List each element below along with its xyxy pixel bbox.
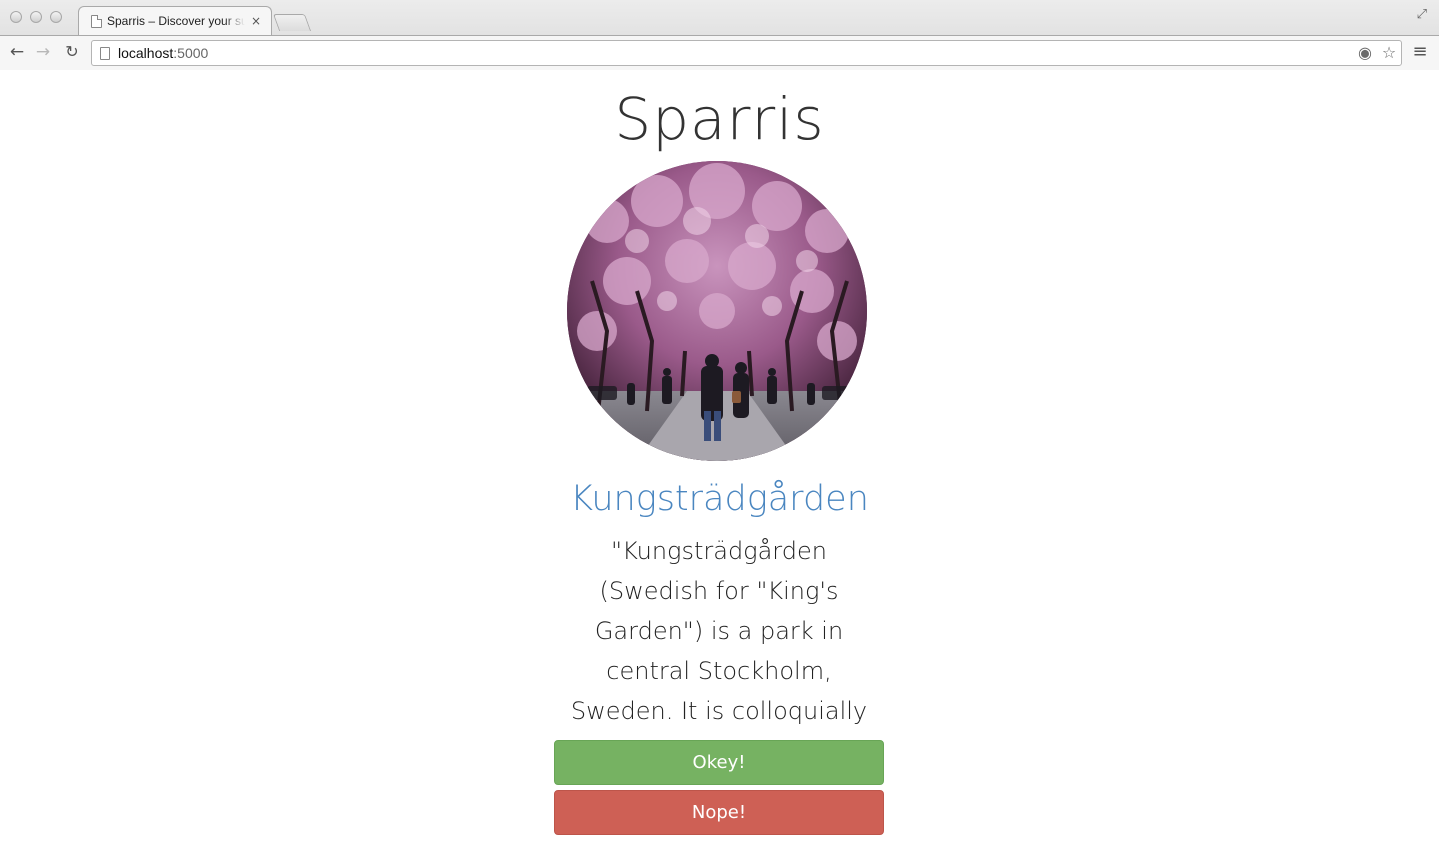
- site-title: Sparris: [614, 85, 825, 153]
- url-port: :5000: [173, 45, 209, 61]
- place-photo: [567, 161, 867, 461]
- page-content: Sparris Kungsträdgården "Kungsträdgården…: [0, 71, 1439, 859]
- address-bar[interactable]: localhost:5000 ◉ ☆: [91, 40, 1402, 66]
- back-arrow-icon[interactable]: ←: [6, 41, 28, 63]
- browser-chrome: Sparris – Discover your surroundings × ⤢…: [0, 0, 1439, 70]
- window-close-button[interactable]: [10, 11, 22, 23]
- new-tab-button[interactable]: [272, 14, 312, 31]
- menu-icon[interactable]: ≡: [1410, 42, 1430, 62]
- star-icon[interactable]: ☆: [1379, 43, 1399, 63]
- url-host: localhost: [118, 45, 174, 61]
- fullscreen-icon[interactable]: ⤢: [1417, 7, 1427, 22]
- place-name: Kungsträdgården: [570, 479, 869, 519]
- browser-tab[interactable]: Sparris – Discover your surroundings ×: [78, 6, 272, 35]
- page-icon: [100, 46, 110, 60]
- tab-close-icon[interactable]: ×: [251, 14, 261, 28]
- window-minimize-button[interactable]: [30, 11, 42, 23]
- forward-arrow-icon[interactable]: →: [32, 41, 54, 63]
- reload-icon[interactable]: ↻: [61, 41, 83, 63]
- accept-button[interactable]: Okey!: [554, 740, 884, 785]
- window-zoom-button[interactable]: [50, 11, 62, 23]
- tab-title: Sparris – Discover your surroundings: [107, 14, 245, 28]
- location-icon[interactable]: ◉: [1355, 43, 1375, 63]
- page-icon: [91, 14, 102, 28]
- place-description: "Kungsträdgården (Swedish for "King's Ga…: [570, 537, 868, 765]
- browser-toolbar: ← → ↻ localhost:5000 ◉ ☆ ≡: [0, 35, 1439, 70]
- reject-button[interactable]: Nope!: [554, 790, 884, 835]
